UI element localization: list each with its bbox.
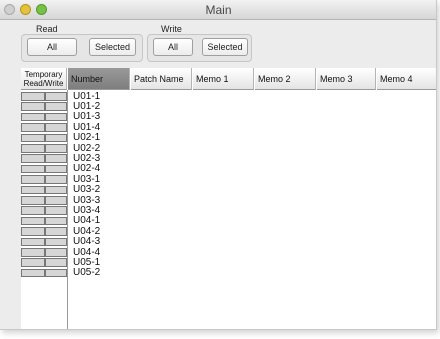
- temporary-write-button[interactable]: [45, 144, 67, 153]
- title-bar[interactable]: Main: [0, 0, 436, 20]
- read-label: Read: [36, 24, 58, 34]
- write-label: Write: [161, 24, 182, 34]
- temporary-read-button[interactable]: [21, 92, 45, 101]
- write-selected-button[interactable]: Selected: [202, 38, 248, 56]
- temporary-write-button[interactable]: [45, 196, 67, 205]
- patch-table[interactable]: Temporary Read/Write Number Patch Name M…: [21, 68, 436, 329]
- window-title: Main: [205, 3, 232, 17]
- write-all-button[interactable]: All: [153, 38, 193, 56]
- temporary-read-button[interactable]: [21, 185, 45, 195]
- temporary-write-button[interactable]: [45, 102, 67, 111]
- temporary-write-button[interactable]: [45, 206, 67, 215]
- temporary-read-button[interactable]: [21, 133, 45, 143]
- column-header-memo-2[interactable]: Memo 2: [255, 68, 316, 90]
- temporary-write-button[interactable]: [45, 92, 67, 101]
- temporary-write-button[interactable]: [45, 237, 67, 247]
- patch-number-cell[interactable]: U03-3: [73, 195, 100, 206]
- read-selected-button[interactable]: Selected: [89, 38, 136, 56]
- temporary-write-button[interactable]: [45, 112, 67, 122]
- temporary-read-button[interactable]: [21, 206, 45, 215]
- temporary-read-button[interactable]: [21, 123, 45, 132]
- temporary-read-button[interactable]: [21, 268, 45, 278]
- patch-number-cell[interactable]: U04-4: [73, 247, 100, 258]
- patch-number-cell[interactable]: U02-1: [73, 133, 100, 143]
- temporary-read-button[interactable]: [21, 237, 45, 247]
- temporary-read-button[interactable]: [21, 258, 45, 267]
- patch-number-cell[interactable]: U05-2: [73, 268, 100, 278]
- patch-number-cell[interactable]: U02-4: [73, 164, 100, 174]
- column-header-memo-3[interactable]: Memo 3: [317, 68, 376, 90]
- temporary-write-button[interactable]: [45, 164, 67, 174]
- patch-number-cell[interactable]: U04-3: [73, 237, 100, 247]
- temporary-write-button[interactable]: [45, 248, 67, 257]
- temp-header-line2: Read/Write: [23, 79, 64, 88]
- temporary-write-button[interactable]: [45, 258, 67, 267]
- temporary-write-button[interactable]: [45, 123, 67, 132]
- column-header-memo-1[interactable]: Memo 1: [193, 68, 254, 90]
- patch-number-cell[interactable]: U03-2: [73, 185, 100, 195]
- temporary-read-button[interactable]: [21, 112, 45, 122]
- temporary-read-button[interactable]: [21, 175, 45, 184]
- temporary-write-button[interactable]: [45, 268, 67, 278]
- temporary-write-button[interactable]: [45, 133, 67, 143]
- temporary-read-button[interactable]: [21, 227, 45, 236]
- read-all-button[interactable]: All: [27, 38, 77, 56]
- temporary-read-button[interactable]: [21, 216, 45, 226]
- main-window: Main Read All Selected Write All Selecte…: [0, 0, 437, 330]
- temporary-read-button[interactable]: [21, 196, 45, 205]
- column-divider: [67, 90, 68, 329]
- temporary-write-button[interactable]: [45, 216, 67, 226]
- patch-number-cell[interactable]: U04-1: [73, 216, 100, 226]
- column-header-memo-4[interactable]: Memo 4: [377, 68, 436, 90]
- temp-header-line1: Temporary: [24, 70, 63, 79]
- temporary-write-button[interactable]: [45, 227, 67, 236]
- temporary-write-button[interactable]: [45, 175, 67, 184]
- patch-number-cell[interactable]: U02-2: [73, 143, 100, 154]
- patch-number-cell[interactable]: U01-1: [73, 91, 100, 102]
- temporary-write-button[interactable]: [45, 185, 67, 195]
- temporary-read-button[interactable]: [21, 102, 45, 111]
- temporary-read-button[interactable]: [21, 154, 45, 163]
- column-header-number[interactable]: Number: [68, 68, 130, 90]
- temporary-read-button[interactable]: [21, 248, 45, 257]
- temporary-write-button[interactable]: [45, 154, 67, 163]
- patch-number-cell[interactable]: U01-3: [73, 112, 100, 122]
- temporary-read-button[interactable]: [21, 164, 45, 174]
- temporary-read-button[interactable]: [21, 144, 45, 153]
- temporary-read-write-header: Temporary Read/Write: [21, 68, 67, 90]
- column-header-patch-name[interactable]: Patch Name: [131, 68, 192, 90]
